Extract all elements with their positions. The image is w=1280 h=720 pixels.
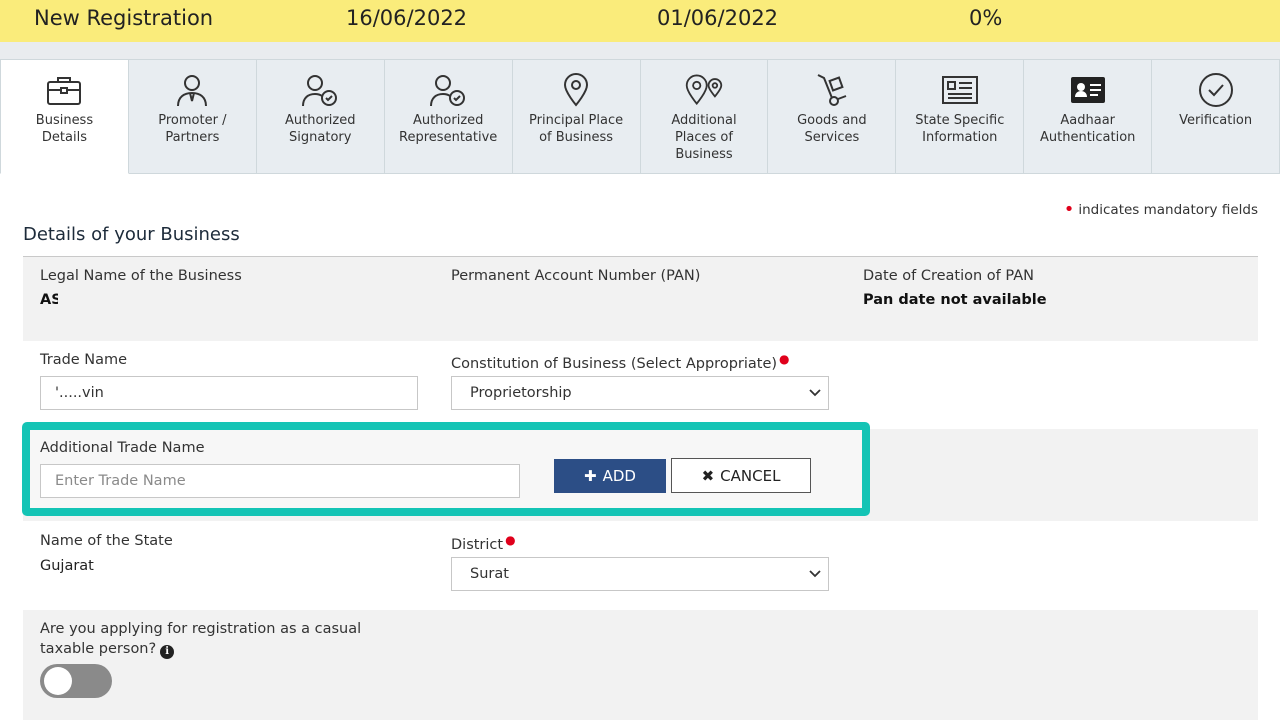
casual-taxable-label: taxable person? i	[40, 641, 175, 659]
trade-name-input[interactable]: '.....vin	[40, 376, 418, 410]
person-check-icon	[428, 72, 468, 108]
constitution-label-text: Constitution of Business (Select Appropr…	[451, 356, 778, 372]
tab-authorized-signatory[interactable]: Authorized Signatory	[256, 59, 385, 174]
district-label: District ●	[451, 533, 516, 553]
district-selected: Surat	[470, 566, 509, 582]
tab-label: Promoter / Partners	[158, 113, 227, 145]
add-button-label: ADD	[602, 467, 636, 485]
tab-label: Goods and Services	[797, 113, 867, 145]
pan-date-label: Date of Creation of PAN	[863, 268, 1034, 284]
progress-percent: 0%	[969, 6, 1003, 30]
constitution-label: Constitution of Business (Select Appropr…	[451, 352, 790, 372]
tab-label: Business Details	[35, 113, 94, 145]
close-icon: ✖	[701, 466, 715, 485]
chevron-down-icon	[809, 570, 821, 578]
tab-additional-places[interactable]: Additional Places of Business	[640, 59, 769, 174]
required-dot-icon: ●	[779, 352, 790, 366]
mandatory-note-text: indicates mandatory fields	[1078, 202, 1258, 218]
tab-authorized-representative[interactable]: Authorized Representative	[384, 59, 513, 174]
map-pins-icon	[684, 72, 724, 108]
person-tie-icon	[172, 72, 212, 108]
chevron-down-icon	[809, 389, 821, 397]
required-dot-icon: ●	[505, 533, 516, 547]
tab-state-specific[interactable]: State Specific Information	[896, 59, 1025, 174]
tab-verification[interactable]: Verification	[1152, 59, 1280, 174]
tab-goods-services[interactable]: Goods and Services	[768, 59, 897, 174]
document-list-icon	[940, 72, 980, 108]
tab-aadhaar-authentication[interactable]: Aadhaar Authentication	[1024, 59, 1153, 174]
state-value: Gujarat	[40, 558, 94, 574]
pan-label: Permanent Account Number (PAN)	[451, 268, 701, 284]
person-check-icon	[300, 72, 340, 108]
legal-name-value: AS	[40, 292, 58, 308]
casual-taxable-label-line2: taxable person?	[40, 641, 157, 657]
briefcase-icon	[44, 72, 84, 108]
cancel-button[interactable]: ✖ CANCEL	[671, 458, 811, 493]
tab-label: State Specific Information	[915, 113, 1005, 145]
tab-label: Principal Place of Business	[529, 113, 624, 145]
tab-business-details[interactable]: Business Details	[0, 59, 129, 174]
toggle-knob	[44, 667, 72, 695]
tab-promoter-partners[interactable]: Promoter / Partners	[128, 59, 257, 174]
additional-trade-name-label: Additional Trade Name	[40, 440, 205, 456]
application-date: 16/06/2022	[346, 6, 468, 30]
section-title: Details of your Business	[23, 224, 240, 245]
separator	[0, 42, 1280, 59]
tab-label: Aadhaar Authentication	[1039, 113, 1136, 145]
due-date: 01/06/2022	[657, 6, 779, 30]
tab-label: Authorized Signatory	[285, 113, 356, 145]
registration-tabs: Business Details Promoter / Partners Aut…	[0, 59, 1280, 174]
id-card-icon	[1068, 72, 1108, 108]
trade-name-label: Trade Name	[40, 352, 128, 368]
tab-principal-place[interactable]: Principal Place of Business	[512, 59, 641, 174]
constitution-select[interactable]: Proprietorship	[451, 376, 829, 410]
additional-trade-name-input[interactable]: Enter Trade Name	[40, 464, 520, 498]
district-select[interactable]: Surat	[451, 557, 829, 591]
constitution-selected: Proprietorship	[470, 385, 572, 401]
mandatory-fields-note: • indicates mandatory fields	[1064, 199, 1258, 220]
registration-status-bar: New Registration 16/06/2022 01/06/2022 0…	[0, 0, 1280, 42]
tab-label: Verification	[1179, 113, 1253, 128]
legal-name-label: Legal Name of the Business	[40, 268, 242, 284]
required-dot-icon: •	[1063, 199, 1075, 220]
state-label: Name of the State	[40, 533, 173, 549]
hand-truck-icon	[812, 72, 852, 108]
info-icon[interactable]: i	[160, 645, 175, 659]
check-circle-icon	[1196, 72, 1236, 108]
plus-icon: ✚	[584, 467, 597, 485]
casual-taxable-label-line1: Are you applying for registration as a c…	[40, 621, 362, 637]
pan-date-value: Pan date not available	[863, 292, 1047, 308]
registration-type: New Registration	[34, 6, 214, 30]
cancel-button-label: CANCEL	[720, 466, 781, 485]
tab-label: Authorized Representative	[399, 113, 498, 145]
casual-taxable-toggle[interactable]	[40, 664, 112, 698]
map-pin-icon	[556, 72, 596, 108]
tab-label: Additional Places of Business	[671, 113, 737, 162]
district-label-text: District	[451, 537, 504, 553]
add-button[interactable]: ✚ ADD	[554, 459, 666, 493]
